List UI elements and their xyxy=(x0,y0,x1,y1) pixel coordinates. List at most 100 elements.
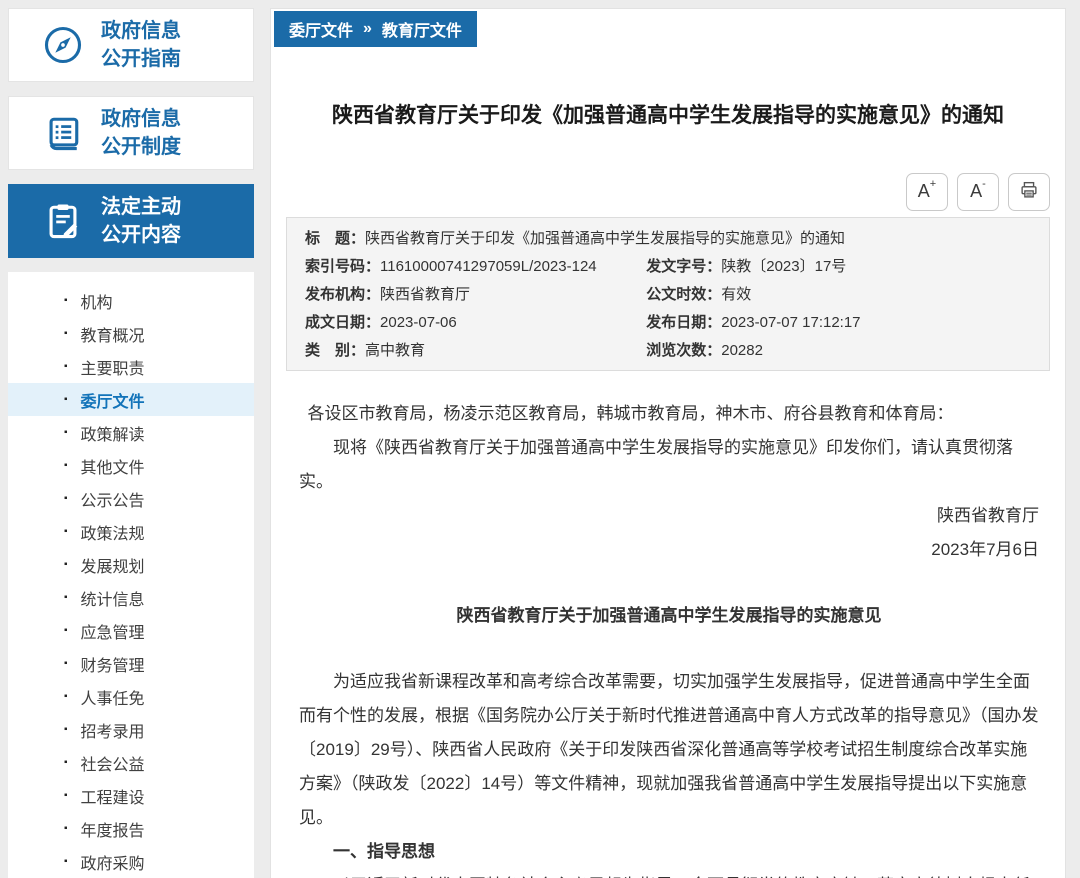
sidebar-item-zhengfucaigou[interactable]: ▪政府采购 xyxy=(8,845,254,878)
meta-label-docnum: 发文字号： xyxy=(646,253,721,281)
sidebar: 政府信息 公开指南 政府信息 公开制度 xyxy=(8,8,254,878)
address-line: 各设区市教育局，杨凌示范区教育局，韩城市教育局，神木市、府谷县教育和体育局： xyxy=(299,397,1039,431)
sidebar-item-niandubaogao[interactable]: ▪年度报告 xyxy=(8,812,254,845)
section1-paragraph: 以习近平新时代中国特色社会主义思想为指导，全面贯彻党的教育方针，落实立德树人根本… xyxy=(299,869,1039,878)
meta-label-category: 类 别： xyxy=(305,337,365,365)
menu-label: 主要职责 xyxy=(81,355,145,379)
sidebar-box-info-guide[interactable]: 政府信息 公开指南 xyxy=(8,8,254,82)
bullet-icon: ▪ xyxy=(64,461,68,471)
sidebar-item-tongjixinxi[interactable]: ▪统计信息 xyxy=(8,581,254,614)
meta-row: 索引号码：11610000741297059L/2023-124 发文字号：陕教… xyxy=(305,253,1031,281)
breadcrumb-separator: » xyxy=(363,20,372,38)
menu-label: 应急管理 xyxy=(81,619,145,643)
document-meta-table: 标 题： 陕西省教育厅关于印发《加强普通高中学生发展指导的实施意见》的通知 索引… xyxy=(286,217,1050,371)
menu-label: 人事任免 xyxy=(81,685,145,709)
sidebar-item-weitingwenjian[interactable]: ▪委厅文件 xyxy=(8,383,254,416)
intro-paragraph: 为适应我省新课程改革和高考综合改革需要，切实加强学生发展指导，促进普通高中学生全… xyxy=(299,665,1039,835)
bullet-icon: ▪ xyxy=(64,494,68,504)
sidebar-item-renshirenmian[interactable]: ▪人事任免 xyxy=(8,680,254,713)
menu-label: 教育概况 xyxy=(81,322,145,346)
sidebar-box-line2: 公开内容 xyxy=(101,224,181,246)
bullet-icon: ▪ xyxy=(64,758,68,768)
bullet-icon: ▪ xyxy=(64,626,68,636)
bullet-icon: ▪ xyxy=(64,560,68,570)
document-body: 各设区市教育局，杨凌示范区教育局，韩城市教育局，神木市、府谷县教育和体育局： 现… xyxy=(299,397,1039,878)
sidebar-box-line1: 政府信息 xyxy=(101,108,181,130)
menu-label: 工程建设 xyxy=(81,784,145,808)
meta-label-views: 浏览次数： xyxy=(646,337,721,365)
font-letter: A xyxy=(918,181,930,202)
meta-row: 成文日期：2023-07-06 发布日期：2023-07-07 17:12:17 xyxy=(305,309,1031,337)
sidebar-item-shehuigongyi[interactable]: ▪ 社会公益 xyxy=(8,746,254,779)
meta-row: 类 别：高中教育 浏览次数：20282 xyxy=(305,337,1031,365)
meta-label-validity: 公文时效： xyxy=(646,281,721,309)
menu-label: 社会公益 xyxy=(81,751,145,775)
sidebar-box-label: 政府信息 公开制度 xyxy=(101,105,181,161)
meta-label-publish-date: 发布日期： xyxy=(646,309,721,337)
sidebar-item-zhengcefagui[interactable]: ▪政策法规 xyxy=(8,515,254,548)
clipboard-pencil-icon xyxy=(41,199,85,243)
sidebar-box-legal-disclosure[interactable]: 法定主动 公开内容 xyxy=(8,184,254,258)
meta-label-written-date: 成文日期： xyxy=(305,309,380,337)
meta-value-title: 陕西省教育厅关于印发《加强普通高中学生发展指导的实施意见》的通知 xyxy=(365,225,845,253)
meta-value-index: 11610000741297059L/2023-124 xyxy=(380,253,597,281)
font-increase-button[interactable]: A+ xyxy=(906,173,948,211)
meta-value-issuer: 陕西省教育厅 xyxy=(380,281,470,309)
sidebar-item-gongchengjianshe[interactable]: ▪ 工程建设 xyxy=(8,779,254,812)
menu-label: 统计信息 xyxy=(81,586,145,610)
sidebar-box-line1: 法定主动 xyxy=(101,196,181,218)
meta-value-views: 20282 xyxy=(721,337,763,365)
breadcrumb: 委厅文件 » 教育厅文件 xyxy=(274,11,477,47)
font-decrease-button[interactable]: A- xyxy=(957,173,999,211)
sidebar-menu: ▪机构 ▪教育概况 ▪主要职责 ▪委厅文件 ▪政策解读 ▪其他文件 ▪公示公告 … xyxy=(8,272,254,878)
menu-label: 公示公告 xyxy=(81,487,145,511)
meta-row-title: 标 题： 陕西省教育厅关于印发《加强普通高中学生发展指导的实施意见》的通知 xyxy=(305,225,1031,253)
bullet-icon: ▪ xyxy=(64,791,68,801)
bullet-icon: ▪ xyxy=(64,659,68,669)
breadcrumb-parent-link[interactable]: 委厅文件 xyxy=(289,17,353,41)
print-button[interactable] xyxy=(1008,173,1050,211)
book-icon xyxy=(41,111,85,155)
menu-label: 政策解读 xyxy=(81,421,145,445)
meta-label-issuer: 发布机构： xyxy=(305,281,380,309)
bullet-icon: ▪ xyxy=(64,527,68,537)
menu-label: 其他文件 xyxy=(81,454,145,478)
printer-icon xyxy=(1018,179,1040,206)
toolbar: A+ A- xyxy=(286,173,1050,211)
content-panel: 委厅文件 » 教育厅文件 陕西省教育厅关于印发《加强普通高中学生发展指导的实施意… xyxy=(270,8,1066,878)
sidebar-item-jigou[interactable]: ▪ 机构 xyxy=(8,284,254,317)
menu-label: 发展规划 xyxy=(81,553,145,577)
menu-label: 年度报告 xyxy=(81,817,145,841)
meta-value-publish-date: 2023-07-07 17:12:17 xyxy=(721,309,860,337)
sidebar-item-yingjiguanli[interactable]: ▪ 应急管理 xyxy=(8,614,254,647)
sidebar-item-caiwuguanli[interactable]: ▪ 财务管理 xyxy=(8,647,254,680)
bullet-icon: ▪ xyxy=(64,395,68,405)
breadcrumb-current-link[interactable]: 教育厅文件 xyxy=(382,17,462,41)
meta-value-written-date: 2023-07-06 xyxy=(380,309,457,337)
compass-icon xyxy=(41,23,85,67)
sidebar-item-fazhanguihua[interactable]: ▪ 发展规划 xyxy=(8,548,254,581)
sign-date-line: 2023年7月6日 xyxy=(299,533,1039,567)
menu-label: 机构 xyxy=(81,289,113,313)
sidebar-item-zhuyaozhize[interactable]: ▪ 主要职责 xyxy=(8,350,254,383)
meta-value-validity: 有效 xyxy=(721,281,751,309)
minus-sign: - xyxy=(982,179,986,190)
sidebar-item-zhengcejiedu[interactable]: ▪政策解读 xyxy=(8,416,254,449)
sidebar-box-line2: 公开指南 xyxy=(101,48,181,70)
section1-heading: 一、指导思想 xyxy=(299,835,1039,869)
sidebar-box-label: 法定主动 公开内容 xyxy=(101,193,181,249)
sidebar-item-jiaoyugaikuang[interactable]: ▪教育概况 xyxy=(8,317,254,350)
menu-label: 财务管理 xyxy=(81,652,145,676)
meta-value-docnum: 陕教〔2023〕17号 xyxy=(721,253,846,281)
sidebar-item-gongshigonggao[interactable]: ▪ 公示公告 xyxy=(8,482,254,515)
sidebar-box-info-system[interactable]: 政府信息 公开制度 xyxy=(8,96,254,170)
bullet-icon: ▪ xyxy=(64,362,68,372)
sidebar-item-qitawenjian[interactable]: ▪ 其他文件 xyxy=(8,449,254,482)
bullet-icon: ▪ xyxy=(64,296,68,306)
sidebar-item-zhaokaoluyong[interactable]: ▪招考录用 xyxy=(8,713,254,746)
sidebar-box-line2: 公开制度 xyxy=(101,136,181,158)
attachment-heading: 陕西省教育厅关于加强普通高中学生发展指导的实施意见 xyxy=(299,599,1039,633)
plus-sign: + xyxy=(930,179,936,190)
meta-row: 发布机构：陕西省教育厅 公文时效：有效 xyxy=(305,281,1031,309)
meta-label-index: 索引号码： xyxy=(305,253,380,281)
